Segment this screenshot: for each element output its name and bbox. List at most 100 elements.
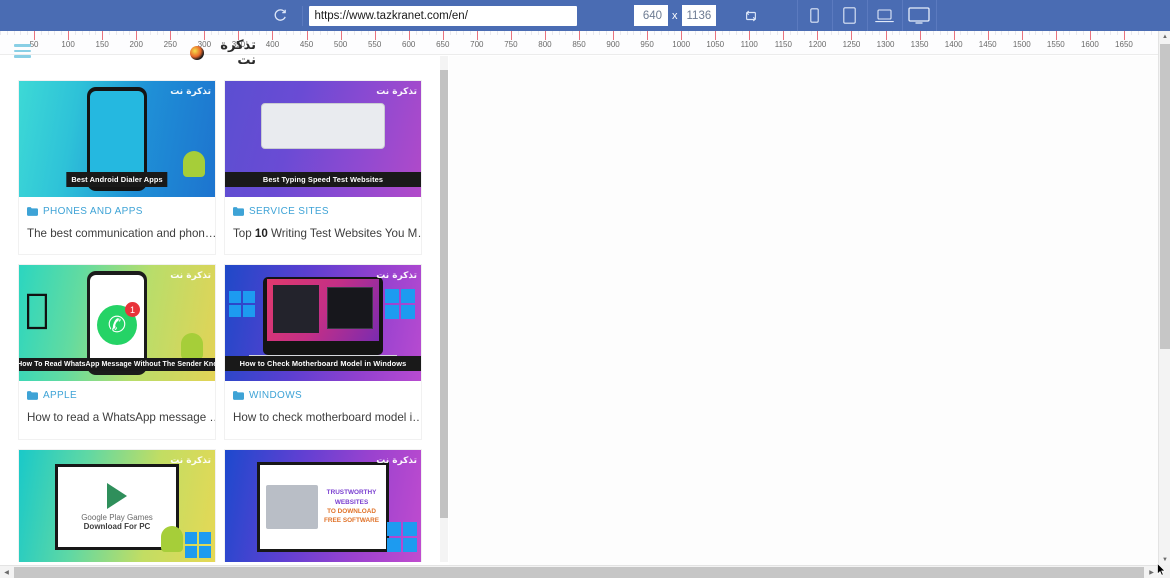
site-logo[interactable]: تذكرة نت: [190, 42, 256, 64]
ruler-tick-minor: [824, 31, 825, 35]
horizontal-scrollbar-thumb[interactable]: [14, 567, 1144, 578]
article-card[interactable]: تذكرة نت Best Android Dialer Apps PHONES…: [18, 80, 216, 255]
ruler-tick-minor: [41, 31, 42, 35]
article-card[interactable]: تذكرة نت How to Check Motherboard Model …: [224, 264, 422, 439]
tablet-icon[interactable]: [832, 0, 867, 31]
article-card[interactable]: TRUSTWORTHY WEBSITES TO DOWNLOAD FREE SO…: [224, 449, 422, 562]
hamburger-menu-icon[interactable]: [14, 44, 31, 61]
scroll-left-arrow[interactable]: ◀: [0, 566, 13, 579]
folder-icon: [27, 207, 38, 216]
website-preview-frame[interactable]: تذكرة نت Best Android Dialer Apps PHONES…: [0, 56, 440, 562]
viewport-height-input[interactable]: 1136: [682, 5, 716, 26]
article-title[interactable]: How to read a WhatsApp message …: [19, 401, 215, 438]
ruler-tick-minor: [879, 31, 880, 35]
scroll-up-arrow[interactable]: ▲: [1159, 31, 1170, 43]
thumbnail-caption-line2: Download For PC: [84, 522, 151, 531]
title-number: 10: [255, 227, 268, 240]
ruler-tick-minor: [245, 31, 246, 35]
ruler-tick-major: [341, 31, 342, 40]
ruler-tick-minor: [402, 31, 403, 35]
ruler-tick-minor: [872, 31, 873, 35]
ruler-label: 500: [334, 40, 347, 49]
ruler-tick-minor: [470, 31, 471, 35]
url-input[interactable]: [309, 6, 577, 26]
ruler-tick-minor: [892, 31, 893, 35]
article-card-grid: تذكرة نت Best Android Dialer Apps PHONES…: [18, 80, 422, 562]
reload-icon[interactable]: [258, 0, 302, 31]
ruler-tick-minor: [708, 31, 709, 35]
article-category[interactable]: WINDOWS: [225, 381, 421, 401]
article-card[interactable]:  ✆ 1 تذكرة نت How To Read WhatsApp Mess…: [18, 264, 216, 439]
ruler-tick-minor: [368, 31, 369, 35]
title-suffix: Writing Test Websites You M…: [268, 227, 421, 240]
ruler-tick-minor: [388, 31, 389, 35]
window-horizontal-scrollbar[interactable]: ◀ ▶: [0, 565, 1158, 578]
ruler-tick-minor: [960, 31, 961, 35]
window-vertical-scrollbar[interactable]: ▲ ▼: [1158, 31, 1170, 578]
caption-line1: TRUSTWORTHY: [327, 489, 377, 496]
ruler-tick-minor: [266, 31, 267, 35]
ruler-tick-minor: [627, 31, 628, 35]
ruler-tick-minor: [14, 31, 15, 35]
ruler-tick-minor: [218, 31, 219, 35]
ruler-tick-minor: [490, 31, 491, 35]
mobile-icon[interactable]: [797, 0, 832, 31]
mouse-cursor: [1157, 563, 1166, 576]
toolbar-gap: [582, 0, 634, 31]
ruler-tick-minor: [1001, 31, 1002, 35]
ruler-tick-minor: [184, 31, 185, 35]
device-preset-group: [797, 0, 937, 31]
ruler-tick-minor: [967, 31, 968, 35]
ruler-tick-minor: [1008, 31, 1009, 35]
vertical-scrollbar-thumb[interactable]: [1160, 44, 1170, 349]
ruler-tick-minor: [450, 31, 451, 35]
ruler-tick-major: [1022, 31, 1023, 40]
ruler-tick-major: [375, 31, 376, 40]
ruler-tick-minor: [143, 31, 144, 35]
article-card[interactable]: Google Play Games Download For PC تذكرة …: [18, 449, 216, 562]
thumbnail-caption: How to Check Motherboard Model in Window…: [225, 356, 421, 371]
empty-canvas-area: [449, 56, 1158, 566]
ruler-tick-minor: [1035, 31, 1036, 35]
ruler-tick-minor: [552, 31, 553, 35]
ruler-label: 550: [368, 40, 381, 49]
article-category[interactable]: APPLE: [19, 381, 215, 401]
ruler-tick-major: [102, 31, 103, 40]
ruler-tick-minor: [89, 31, 90, 35]
article-title[interactable]: Top 10 Writing Test Websites You M…: [225, 217, 421, 254]
folder-icon: [233, 391, 244, 400]
article-card[interactable]: تذكرة نت Best Typing Speed Test Websites…: [224, 80, 422, 255]
ruler-tick-minor: [640, 31, 641, 35]
ruler-tick-minor: [947, 31, 948, 35]
article-category[interactable]: SERVICE SITES: [225, 197, 421, 217]
previewed-page-body: تذكرة نت Best Android Dialer Apps PHONES…: [0, 56, 440, 562]
ruler-tick-minor: [995, 31, 996, 35]
ruler-tick-minor: [354, 31, 355, 35]
preview-scrollbar-thumb[interactable]: [440, 70, 448, 518]
viewport-width-input[interactable]: 640: [634, 5, 668, 26]
ruler-tick-minor: [858, 31, 859, 35]
laptop-icon[interactable]: [867, 0, 902, 31]
ruler-tick-minor: [695, 31, 696, 35]
article-category[interactable]: PHONES AND APPS: [19, 197, 215, 217]
windows-logo-icon: [387, 522, 417, 552]
ruler-tick-minor: [620, 31, 621, 35]
ruler-tick-minor: [633, 31, 634, 35]
url-bar[interactable]: [302, 6, 582, 26]
ruler-tick-minor: [279, 31, 280, 35]
ruler-tick-minor: [1063, 31, 1064, 35]
ruler-label: 850: [572, 40, 585, 49]
ruler-label: 400: [266, 40, 279, 49]
ruler-tick-major: [681, 31, 682, 40]
article-title[interactable]: How to check motherboard model i…: [225, 401, 421, 438]
ruler-tick-minor: [48, 31, 49, 35]
ruler-tick-major: [579, 31, 580, 40]
rotate-orientation-icon[interactable]: [728, 0, 775, 31]
desktop-icon[interactable]: [902, 0, 937, 31]
article-title[interactable]: The best communication and phon…: [19, 217, 215, 254]
caption-line2: WEBSITES: [335, 499, 368, 506]
ruler-tick-minor: [232, 31, 233, 35]
preview-vertical-scrollbar[interactable]: [440, 56, 448, 562]
ruler-tick-major: [783, 31, 784, 40]
ruler-tick-minor: [1131, 31, 1132, 35]
